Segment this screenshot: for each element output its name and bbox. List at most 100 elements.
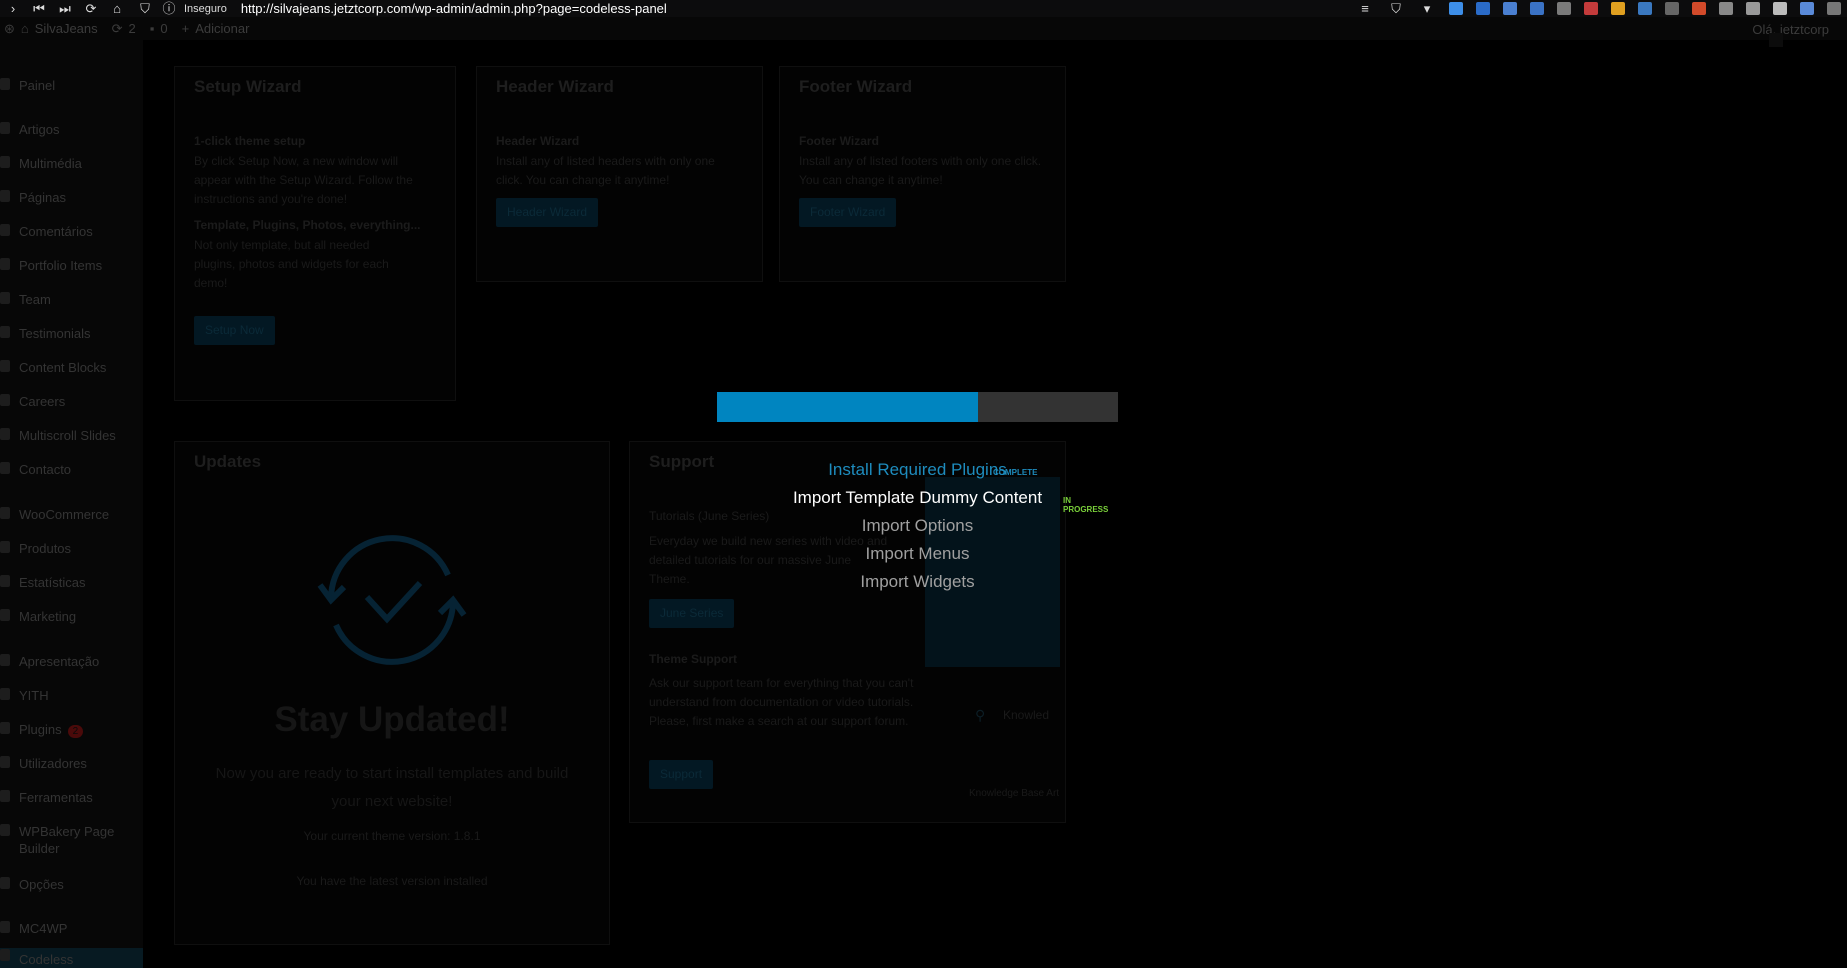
- media-icon: [0, 156, 10, 168]
- extension-icon[interactable]: [1800, 2, 1814, 15]
- briefcase-icon: [0, 394, 10, 406]
- bookmark-icon[interactable]: ⛉: [1387, 1, 1405, 16]
- wpbakery-icon: [0, 824, 10, 836]
- plugins-update-badge: 2: [67, 725, 84, 738]
- import-step-widgets: Import Widgets: [770, 572, 1065, 592]
- insecure-label: Inseguro: [184, 2, 227, 15]
- wp-admin-bar: ⊛ ⌂ SilvaJeans ⟳ 2 ▪ 0 + Adicionar Olá, …: [0, 17, 1847, 40]
- updates-desc: Now you are ready to start install templ…: [215, 765, 569, 810]
- reload-icon[interactable]: ⟳: [82, 1, 100, 16]
- step-status-in-progress: IN PROGRESS: [1063, 496, 1109, 514]
- settings-icon: [0, 877, 10, 889]
- header-wizard-subtitle: Header Wizard: [496, 134, 580, 148]
- page-icon: [0, 190, 10, 202]
- extension-icon[interactable]: [1827, 2, 1841, 15]
- setup-now-button[interactable]: Setup Now: [194, 316, 275, 345]
- latest-version-note: You have the latest version installed: [296, 874, 488, 888]
- team-icon: [0, 292, 10, 304]
- code-icon[interactable]: [1746, 2, 1760, 15]
- extension-icon[interactable]: [1584, 2, 1598, 15]
- wp-logo-icon[interactable]: ⊛: [4, 21, 15, 37]
- updates-title: Updates: [194, 452, 262, 471]
- extension-icon[interactable]: [1773, 2, 1787, 15]
- slides-icon: [0, 428, 10, 440]
- import-step-dummy-content: Import Template Dummy Content: [770, 488, 1065, 508]
- header-wizard-desc: Install any of listed headers with only …: [496, 154, 715, 187]
- knowledge-base-footer[interactable]: Knowledge Base Art: [969, 784, 1059, 803]
- setup-wizard-title: Setup Wizard: [194, 77, 302, 96]
- info-icon[interactable]: ⓘ: [160, 1, 178, 16]
- portfolio-icon: [0, 258, 10, 270]
- theme-version: Your current theme version: 1.8.1: [303, 829, 481, 843]
- plugin-icon: [0, 722, 10, 734]
- translate-icon[interactable]: [1530, 2, 1544, 15]
- product-icon: [0, 541, 10, 553]
- footer-wizard-title: Footer Wizard: [799, 77, 913, 96]
- updates-icon[interactable]: ⟳: [112, 21, 123, 37]
- users-icon: [0, 756, 10, 768]
- footer-wizard-button[interactable]: Footer Wizard: [799, 198, 897, 227]
- extension-icon[interactable]: [1638, 2, 1652, 15]
- extension-icon[interactable]: [1692, 2, 1706, 15]
- woocommerce-icon: [0, 507, 10, 519]
- dashboard-icon: [0, 78, 10, 90]
- avatar[interactable]: [1769, 33, 1783, 47]
- back-icon[interactable]: ⏮: [30, 1, 48, 16]
- setup-wizard-subtitle2: Template, Plugins, Photos, everything...: [194, 218, 421, 232]
- sidebar-item-codeless[interactable]: Codeless: [0, 948, 143, 968]
- site-name[interactable]: SilvaJeans: [35, 21, 98, 36]
- quote-icon: [0, 326, 10, 338]
- footer-wizard-desc: Install any of listed footers with only …: [799, 154, 1042, 187]
- extension-icon[interactable]: [1476, 2, 1490, 15]
- support-button[interactable]: Support: [649, 760, 714, 789]
- step-label: Import Template Dummy Content: [792, 488, 1043, 507]
- plugins-label: Plugins: [19, 722, 62, 737]
- comments-count[interactable]: 0: [160, 21, 167, 36]
- extension-icon[interactable]: [1719, 2, 1733, 15]
- import-step-menus: Import Menus: [770, 544, 1065, 564]
- lightbulb-icon: ⚲: [975, 707, 986, 723]
- june-series-button[interactable]: June Series: [649, 599, 735, 628]
- extension-icon[interactable]: [1665, 2, 1679, 15]
- header-wizard-button[interactable]: Header Wizard: [496, 198, 599, 227]
- home-icon[interactable]: ⌂: [108, 1, 126, 16]
- knowledge-base-label[interactable]: Knowled: [1003, 706, 1049, 725]
- sidebar-toggle-icon[interactable]: ›: [4, 1, 22, 16]
- browser-toolbar: › ⏮ ⏭ ⟳ ⌂ ⛉ ⓘ Inseguro http://silvajeans…: [0, 0, 1847, 17]
- footer-wizard-subtitle: Footer Wizard: [799, 134, 879, 148]
- mail-icon: [0, 462, 10, 474]
- update-sync-icon: [317, 535, 467, 665]
- comments-icon[interactable]: ▪: [150, 21, 155, 36]
- setup-wizard-subtitle: 1-click theme setup: [194, 134, 306, 148]
- yith-icon: [0, 688, 10, 700]
- codeless-icon: [0, 949, 10, 961]
- add-new-link[interactable]: Adicionar: [195, 21, 249, 36]
- pocket-icon[interactable]: [1557, 2, 1571, 15]
- stats-icon: [0, 575, 10, 587]
- step-label: Import Widgets: [860, 572, 975, 591]
- add-icon[interactable]: +: [182, 21, 190, 36]
- address-bar[interactable]: ⛉ ⓘ Inseguro http://silvajeans.jetztcorp…: [136, 1, 667, 16]
- browser-nav: › ⏮ ⏭ ⟳ ⌂: [4, 1, 126, 16]
- chevron-down-icon[interactable]: ▾: [1418, 1, 1436, 16]
- theme-support-desc: Ask our support team for everything that…: [649, 676, 914, 728]
- extension-icon[interactable]: [1611, 2, 1625, 15]
- step-label: Import Options: [861, 516, 974, 535]
- url-text[interactable]: http://silvajeans.jetztcorp.com/wp-admin…: [241, 1, 667, 16]
- download-icon[interactable]: [1449, 2, 1463, 15]
- shield-icon[interactable]: ⛉: [136, 1, 154, 16]
- reader-icon[interactable]: ≡: [1356, 1, 1374, 16]
- user-greeting[interactable]: Olá, jetztcorp: [1752, 22, 1829, 37]
- import-progress-bar: [717, 392, 1118, 422]
- footer-wizard-box: Footer Wizard Footer Wizard Install any …: [779, 66, 1066, 282]
- tutorials-title: Tutorials (June Series): [649, 509, 770, 523]
- home-icon: ⌂: [20, 21, 29, 36]
- extension-icon[interactable]: [1503, 2, 1517, 15]
- stay-updated-heading: Stay Updated!: [274, 700, 510, 739]
- appearance-icon: [0, 654, 10, 666]
- setup-wizard-desc2: Not only template, but all needed plugin…: [194, 238, 389, 290]
- step-label: Install Required Plugins: [828, 460, 1007, 479]
- sidebar-item-wpbakery[interactable]: WPBakery Page Builder: [0, 823, 143, 859]
- forward-icon[interactable]: ⏭: [56, 1, 74, 16]
- updates-count[interactable]: 2: [129, 21, 136, 36]
